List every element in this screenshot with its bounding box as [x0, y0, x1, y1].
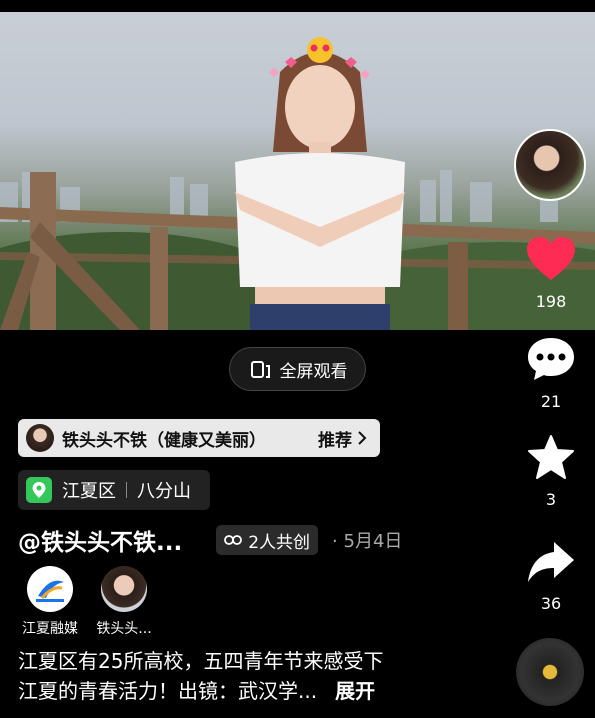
- expand-button[interactable]: 展开: [335, 679, 375, 703]
- location-divider: [126, 482, 127, 498]
- chevron-right-icon: [358, 431, 367, 445]
- recommend-action[interactable]: 推荐: [318, 426, 380, 451]
- person-figure: [235, 37, 405, 330]
- collaborator-2-avatar: [101, 566, 147, 612]
- link-icon: [224, 535, 243, 545]
- jiangxia-media-logo-icon: [27, 566, 73, 612]
- comment-button[interactable]: 21: [513, 336, 589, 411]
- favorite-button[interactable]: 3: [513, 434, 589, 509]
- recommend-avatar: [26, 424, 54, 452]
- location-tag[interactable]: 江夏区 八分山: [18, 470, 210, 510]
- share-button[interactable]: 36: [513, 540, 589, 613]
- music-disc-icon[interactable]: [516, 638, 584, 706]
- like-count: 198: [535, 292, 567, 311]
- recommend-bar[interactable]: 铁头头不铁（健康又美丽） 推荐: [18, 419, 380, 457]
- heart-icon: [527, 237, 575, 280]
- caption-line-2: 江夏的青春活力！出镜：武汉学...: [18, 679, 318, 703]
- favorite-count: 3: [545, 490, 557, 509]
- fullscreen-label: 全屏观看: [279, 361, 348, 382]
- location-pin-icon: [26, 477, 52, 503]
- author-row: @铁头头不铁... 2人共创 · 5月4日: [18, 524, 402, 556]
- share-count: 36: [540, 594, 562, 613]
- recommend-action-label: 推荐: [318, 430, 352, 451]
- co-create-label: 2人共创: [248, 532, 311, 553]
- recommend-label: 铁头头不铁（健康又美丽）: [62, 430, 266, 451]
- caption: 江夏区有25所高校，五四青年节来感受下 江夏的青春活力！出镜：武汉学... 展开: [18, 646, 488, 706]
- video-player[interactable]: [0, 12, 595, 330]
- caption-line-1: 江夏区有25所高校，五四青年节来感受下: [18, 649, 384, 673]
- post-date: · 5月4日: [332, 531, 403, 552]
- fullscreen-icon: [250, 361, 270, 378]
- author-name[interactable]: @铁头头不铁...: [18, 523, 182, 557]
- collaborator-1-name: 江夏融媒: [22, 621, 78, 637]
- location-district: 江夏区: [62, 481, 116, 502]
- collaborator-1[interactable]: 江夏融媒: [8, 566, 92, 638]
- collaborator-2-name: 铁头头...: [96, 621, 152, 637]
- comment-icon: [528, 338, 574, 380]
- share-arrow-icon: [528, 542, 574, 582]
- star-icon: [528, 435, 574, 479]
- fullscreen-button[interactable]: 全屏观看: [229, 347, 366, 391]
- co-create-badge[interactable]: 2人共创: [216, 525, 319, 555]
- location-place: 八分山: [137, 481, 191, 502]
- comment-count: 21: [540, 392, 562, 411]
- author-avatar[interactable]: [514, 129, 586, 201]
- like-button[interactable]: 198: [513, 236, 589, 311]
- collaborator-2[interactable]: 铁头头...: [82, 566, 166, 638]
